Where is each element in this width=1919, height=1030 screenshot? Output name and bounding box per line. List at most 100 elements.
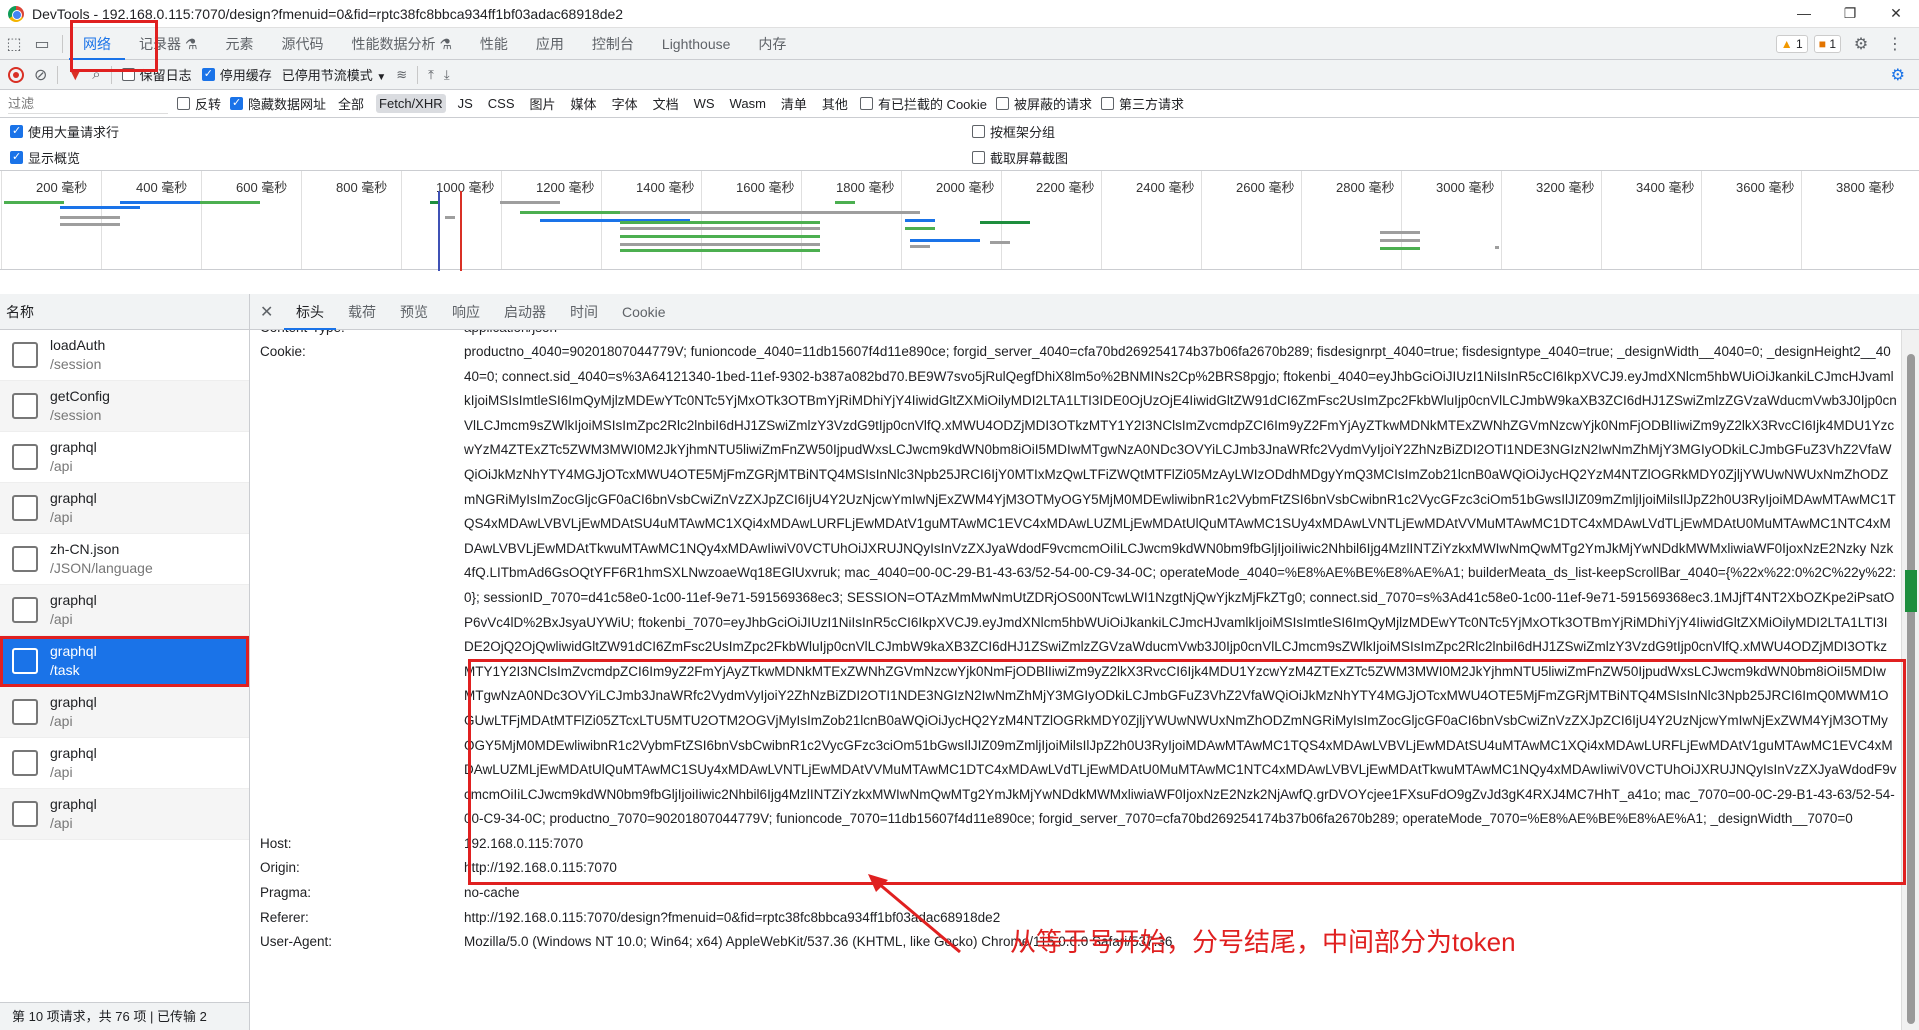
name-column-header[interactable]: 名称 <box>0 294 249 330</box>
tab-preview[interactable]: 预览 <box>388 294 440 330</box>
tab-timing[interactable]: 时间 <box>558 294 610 330</box>
import-har-icon[interactable]: ⤒ <box>428 67 434 83</box>
timeline-gridline <box>1301 171 1302 269</box>
request-path: /session <box>50 407 102 423</box>
tab-initiator[interactable]: 启动器 <box>492 294 558 330</box>
chevron-down-icon: ▼ <box>376 72 387 83</box>
filter-bar: 反转 隐藏数据网址 全部 Fetch/XHR JS CSS 图片 媒体 字体 文… <box>0 90 1919 118</box>
more-options-icon[interactable]: ⋮ <box>1881 34 1909 54</box>
capture-screenshots-checkbox[interactable]: 截取屏幕截图 <box>972 148 1068 167</box>
filter-type-media[interactable]: 媒体 <box>568 92 600 115</box>
tab-cookies[interactable]: Cookie <box>610 294 678 330</box>
timeline-gridline <box>801 171 802 269</box>
filter-type-other[interactable]: 其他 <box>819 92 851 115</box>
request-text: graphql/api <box>50 795 97 833</box>
tab-application[interactable]: 应用 <box>522 28 578 60</box>
record-icon[interactable] <box>8 66 24 83</box>
request-row[interactable]: graphql/task <box>0 636 249 687</box>
request-row[interactable]: graphql/api <box>0 483 249 534</box>
search-match-marker <box>1905 570 1917 612</box>
request-row[interactable]: zh-CN.json/JSON/language <box>0 534 249 585</box>
close-icon[interactable]: ✕ <box>260 302 284 322</box>
throttle-select[interactable]: 已停用节流模式 ▼ <box>282 65 387 84</box>
timeline-request-bar <box>905 219 935 222</box>
request-row[interactable]: loadAuth/session <box>0 330 249 381</box>
filter-type-js[interactable]: JS <box>455 94 476 113</box>
export-har-icon[interactable]: ⤓ <box>444 67 450 83</box>
tab-performance[interactable]: 性能 <box>466 28 522 60</box>
request-row[interactable]: graphql/api <box>0 432 249 483</box>
status-bar: 第 10 项请求，共 76 项 | 已传输 2 <box>0 1002 249 1030</box>
close-window-button[interactable]: ✕ <box>1873 5 1919 22</box>
scrollbar-thumb[interactable] <box>1907 354 1915 1024</box>
request-text: graphql/api <box>50 744 97 782</box>
large-rows-checkbox[interactable]: 使用大量请求行 <box>10 122 119 141</box>
request-name: graphql <box>50 439 97 455</box>
timeline-tick-label: 600 毫秒 <box>236 180 288 195</box>
group-by-frame-checkbox[interactable]: 按框架分组 <box>972 122 1055 141</box>
filter-type-wasm[interactable]: Wasm <box>727 94 769 113</box>
tab-sources[interactable]: 源代码 <box>267 28 337 60</box>
header-row-content-type: Content-Type: application/json <box>250 330 1901 340</box>
annotation-arrow-line <box>871 876 961 954</box>
disable-cache-checkbox[interactable]: 停用缓存 <box>201 65 272 84</box>
hide-data-urls-checkbox[interactable]: 隐藏数据网址 <box>230 94 326 113</box>
request-row[interactable]: graphql/api <box>0 585 249 636</box>
filter-type-all[interactable]: 全部 <box>335 92 367 115</box>
request-row[interactable]: graphql/api <box>0 738 249 789</box>
timeline-request-bar <box>820 211 920 214</box>
timeline-overview[interactable]: 200 毫秒 400 毫秒 600 毫秒 800 毫秒 1000 毫秒 1200 毫秒 14… <box>0 170 1919 271</box>
timeline-tick-label: 2600 毫秒 <box>1236 180 1295 195</box>
filter-type-font[interactable]: 字体 <box>609 92 641 115</box>
tab-response[interactable]: 响应 <box>440 294 492 330</box>
tab-headers[interactable]: 标头 <box>284 294 336 330</box>
gear-icon[interactable]: ⚙ <box>1847 34 1875 54</box>
blocked-requests-checkbox[interactable]: 被屏蔽的请求 <box>996 94 1092 113</box>
show-overview-checkbox[interactable]: 显示概览 <box>10 148 80 167</box>
timeline-gridline <box>1001 171 1002 269</box>
timeline-tick-label: 2400 毫秒 <box>1136 180 1195 195</box>
annotation-highlight-network-tab <box>70 20 158 72</box>
tab-lighthouse[interactable]: Lighthouse <box>648 28 745 60</box>
timeline-gridline <box>1501 171 1502 269</box>
timeline-gridline <box>1601 171 1602 269</box>
network-conditions-icon[interactable]: ≋ <box>396 67 407 83</box>
timeline-tick-label: 1800 毫秒 <box>836 180 895 195</box>
request-row[interactable]: getConfig/session <box>0 381 249 432</box>
settings-blue-icon[interactable]: ⚙ <box>1891 65 1905 85</box>
filter-type-doc[interactable]: 文档 <box>650 92 682 115</box>
clear-icon[interactable]: ⊘ <box>34 65 47 85</box>
tab-elements[interactable]: 元素 <box>211 28 267 60</box>
filter-type-img[interactable]: 图片 <box>527 92 559 115</box>
tab-performance-insights[interactable]: 性能数据分析 ⚗ <box>337 28 465 60</box>
tab-memory[interactable]: 内存 <box>744 28 800 60</box>
checkbox-box <box>972 150 985 164</box>
request-row[interactable]: graphql/api <box>0 789 249 840</box>
device-toolbar-icon[interactable]: ▭ <box>28 34 56 54</box>
checkbox-box <box>996 97 1010 110</box>
timeline-request-bar <box>1380 231 1420 234</box>
filter-input[interactable] <box>8 93 168 114</box>
filter-type-fetch-xhr[interactable]: Fetch/XHR <box>376 94 446 113</box>
tab-console[interactable]: 控制台 <box>578 28 648 60</box>
minimize-button[interactable]: — <box>1781 5 1827 22</box>
third-party-label: 第三方请求 <box>1119 97 1185 112</box>
filter-type-manifest[interactable]: 清单 <box>778 92 810 115</box>
invert-checkbox[interactable]: 反转 <box>177 94 221 113</box>
request-type-icon <box>12 699 38 725</box>
request-row[interactable]: graphql/api <box>0 687 249 738</box>
timeline-request-bar <box>980 221 1030 224</box>
inspect-element-icon[interactable]: ⬚ <box>0 34 28 54</box>
blocked-cookies-checkbox[interactable]: 有已拦截的 Cookie <box>859 94 987 113</box>
request-type-icon <box>12 648 38 674</box>
filter-type-css[interactable]: CSS <box>485 94 518 113</box>
tab-payload[interactable]: 载荷 <box>336 294 388 330</box>
filter-type-ws[interactable]: WS <box>691 94 718 113</box>
load-event-line <box>460 191 462 271</box>
issues-badge[interactable]: ■ 1 <box>1813 34 1841 53</box>
warnings-badge[interactable]: ▲ 1 <box>1775 34 1808 53</box>
third-party-checkbox[interactable]: 第三方请求 <box>1101 94 1184 113</box>
request-name: graphql <box>50 592 97 608</box>
maximize-button[interactable]: ❐ <box>1827 5 1873 22</box>
hide-data-urls-label: 隐藏数据网址 <box>248 97 327 112</box>
